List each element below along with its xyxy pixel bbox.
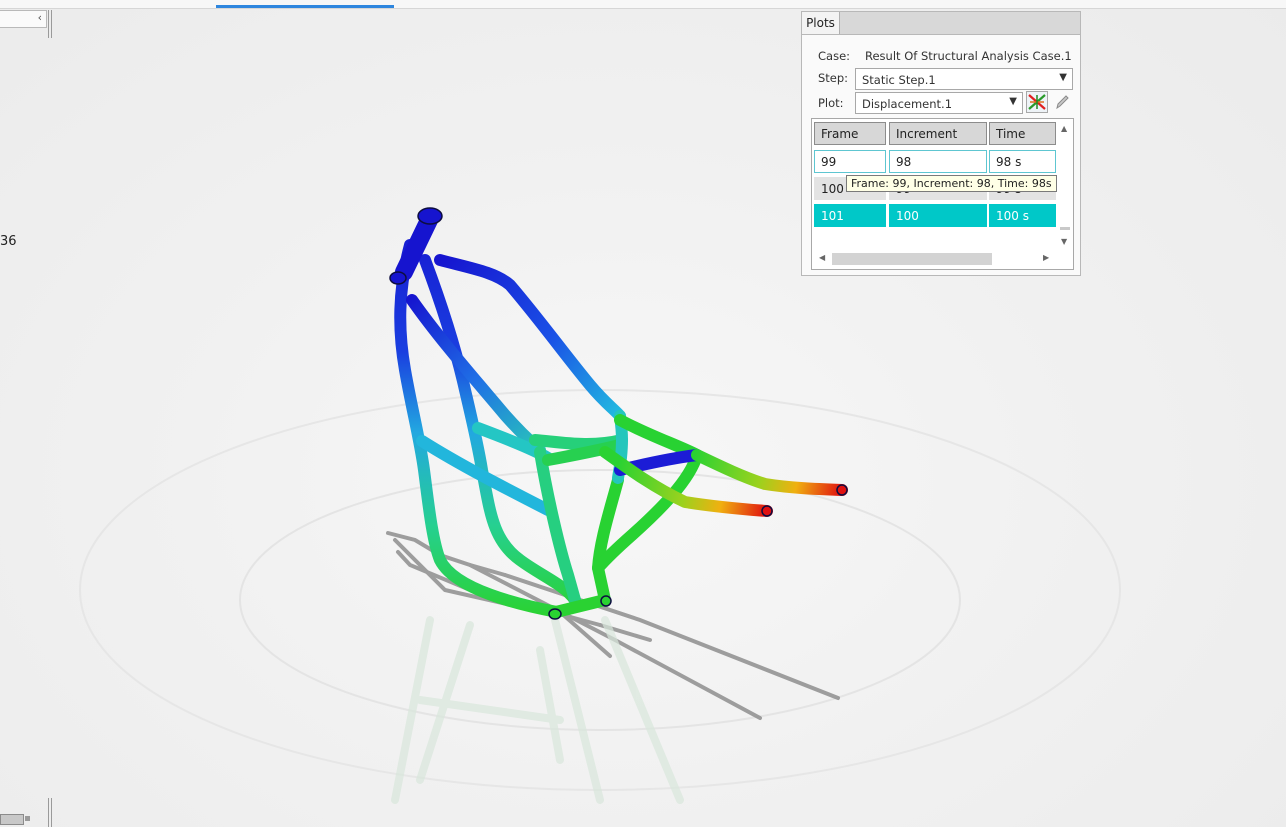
contour-settings-icon[interactable] bbox=[1026, 91, 1048, 113]
table-cell-time[interactable]: 98 s bbox=[989, 150, 1056, 173]
seat-tube-right[interactable] bbox=[592, 474, 624, 606]
active-tab-indicator bbox=[216, 5, 394, 8]
table-cell-increment[interactable]: 100 bbox=[889, 204, 987, 227]
bottom-scrollbar-thumb[interactable] bbox=[0, 814, 24, 825]
scroll-up-icon[interactable]: ▲ bbox=[1061, 124, 1067, 133]
table-cell-increment[interactable]: 98 bbox=[889, 150, 987, 173]
scroll-left-icon[interactable]: ◀ bbox=[819, 253, 825, 262]
frame-tooltip: Frame: 99, Increment: 98, Time: 98s bbox=[846, 175, 1057, 192]
splitter-line bbox=[51, 798, 52, 827]
vertical-scrollbar-thumb[interactable] bbox=[1060, 227, 1070, 230]
column-header-increment[interactable]: Increment bbox=[889, 122, 987, 145]
splitter-line bbox=[48, 10, 49, 38]
step-dropdown-value: Static Step.1 bbox=[862, 73, 936, 87]
table-cell-frame[interactable]: 101 bbox=[814, 204, 886, 227]
top-tab-bar bbox=[0, 0, 1286, 9]
column-header-time[interactable]: Time bbox=[989, 122, 1056, 145]
table-cell-time[interactable]: 100 s bbox=[989, 204, 1056, 227]
step-dropdown[interactable]: Static Step.1 ▼ bbox=[855, 68, 1073, 90]
horizontal-scrollbar-thumb[interactable] bbox=[832, 253, 992, 265]
plots-panel: Plots Case: Result Of Structural Analysi… bbox=[801, 11, 1081, 276]
bottom-scrollbar-end[interactable] bbox=[25, 816, 30, 821]
column-header-frame[interactable]: Frame bbox=[814, 122, 886, 145]
left-readout: 36 bbox=[0, 234, 17, 249]
model-reflection bbox=[391, 616, 684, 804]
frame-model[interactable] bbox=[394, 209, 848, 618]
case-label: Case: bbox=[818, 49, 851, 63]
step-label: Step: bbox=[818, 71, 849, 85]
table-cell-frame[interactable]: 99 bbox=[814, 150, 886, 173]
plot-dropdown[interactable]: Displacement.1 ▼ bbox=[855, 92, 1023, 114]
scroll-right-icon[interactable]: ▶ bbox=[1043, 253, 1049, 262]
plots-tabstrip: Plots bbox=[802, 12, 1080, 35]
frames-table: Frame Increment Time 99 98 98 s 100 99 9… bbox=[811, 118, 1074, 270]
tab-plots[interactable]: Plots bbox=[802, 12, 840, 34]
splitter-line bbox=[51, 10, 52, 38]
case-value: Result Of Structural Analysis Case.1 bbox=[865, 49, 1072, 63]
scroll-down-icon[interactable]: ▼ bbox=[1061, 237, 1067, 246]
bottom-cross[interactable] bbox=[550, 594, 611, 618]
pencil-icon[interactable] bbox=[1054, 93, 1070, 111]
chevron-down-icon: ▼ bbox=[1059, 72, 1067, 83]
plot-dropdown-value: Displacement.1 bbox=[862, 97, 953, 111]
chevron-down-icon: ▼ bbox=[1009, 96, 1017, 107]
collapse-panel-button[interactable]: ‹ bbox=[0, 10, 47, 28]
plot-label: Plot: bbox=[818, 96, 844, 110]
3d-viewport[interactable] bbox=[0, 0, 1286, 827]
splitter-line bbox=[48, 798, 49, 827]
rear-rail-upper[interactable] bbox=[691, 449, 848, 496]
chevron-left-icon: ‹ bbox=[37, 11, 42, 24]
